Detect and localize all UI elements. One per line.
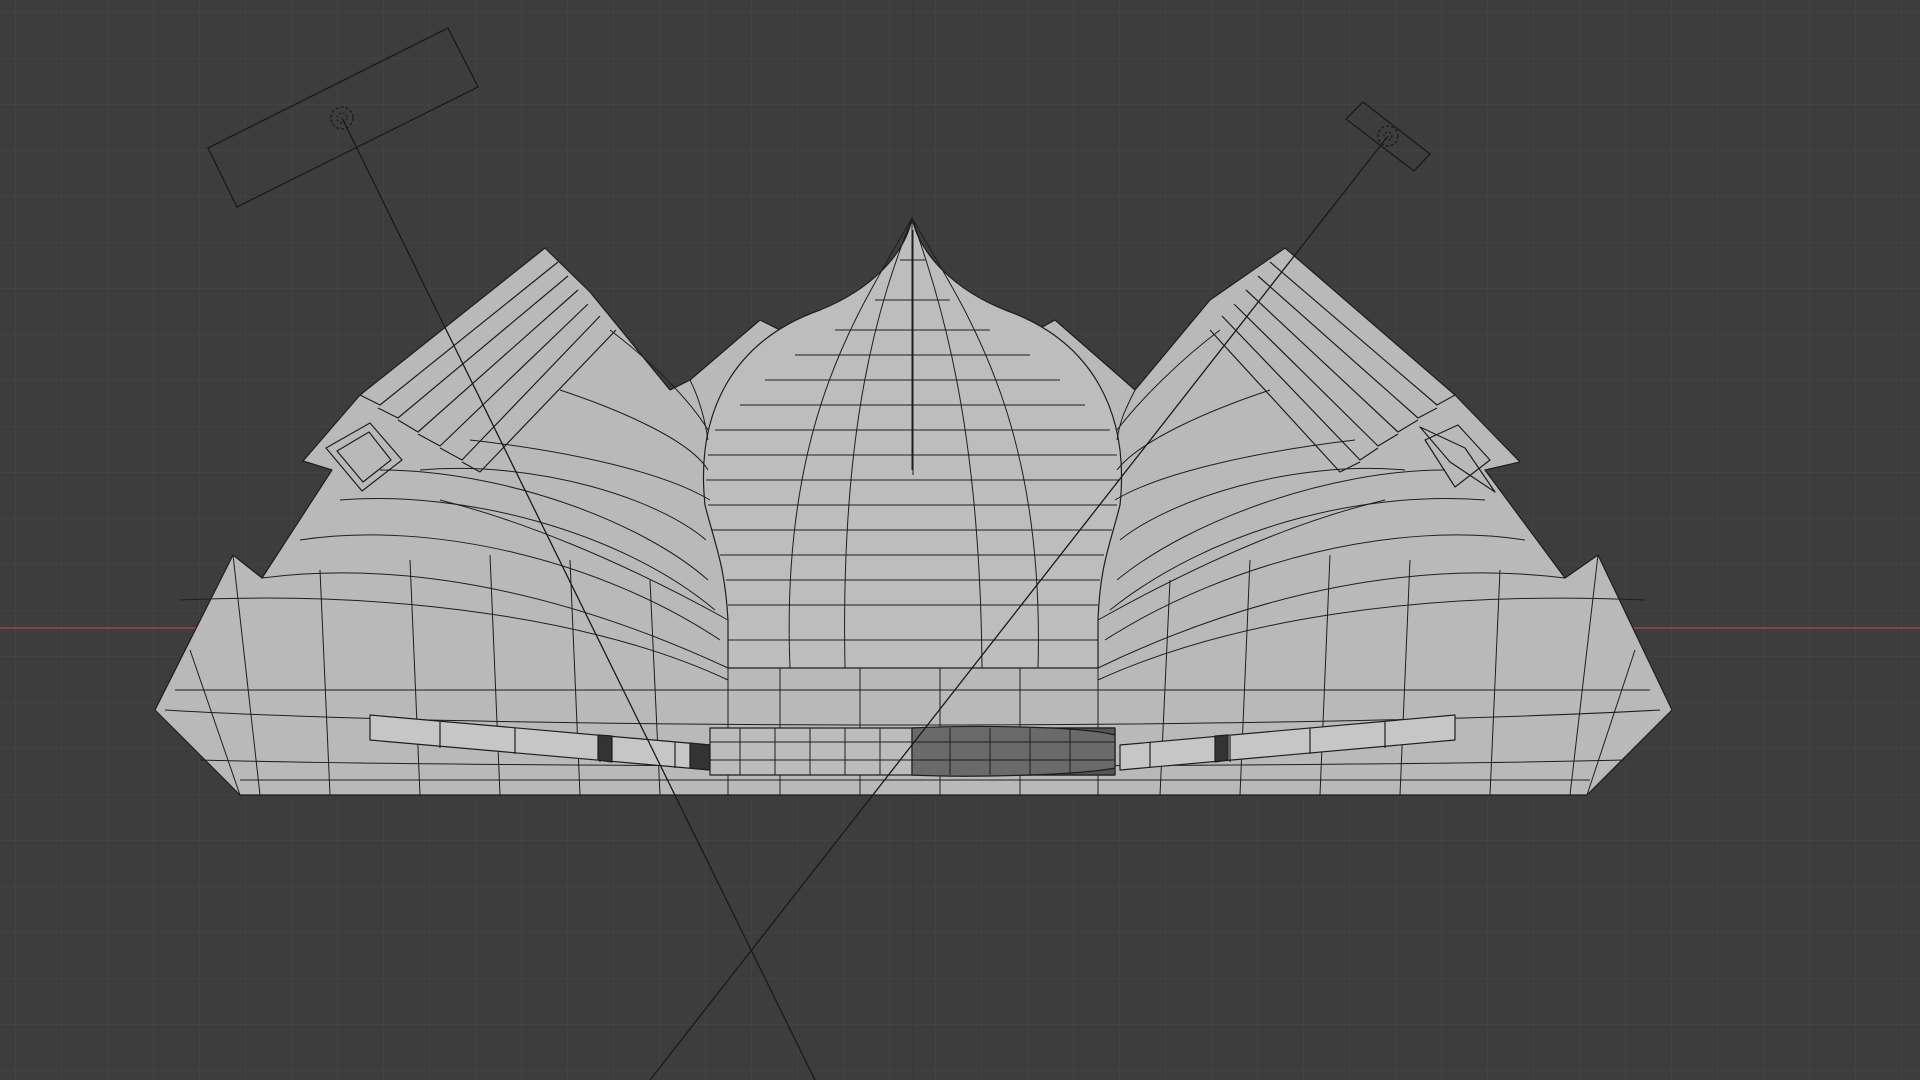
viewport-canvas[interactable] [0, 0, 1920, 1080]
central-drum [709, 725, 1116, 777]
3d-viewport[interactable] [0, 0, 1920, 1080]
